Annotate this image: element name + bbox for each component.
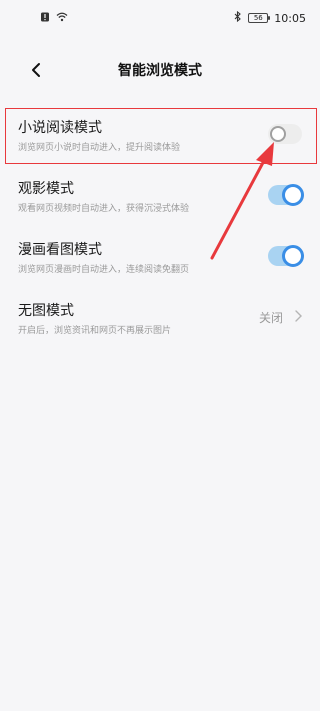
toggle-knob (282, 245, 304, 267)
setting-row-comic-mode[interactable]: 漫画看图模式 浏览网页漫画时自动进入，连续阅读免翻页 (0, 228, 320, 289)
setting-title: 漫画看图模式 (18, 242, 102, 258)
setting-title: 观影模式 (18, 181, 74, 197)
status-bar: 56 10:05 (0, 0, 320, 36)
battery-icon: 56 (248, 13, 271, 23)
setting-row-no-image-mode[interactable]: 无图模式 开启后，浏览资讯和网页不再展示图片 关闭 (0, 289, 320, 350)
toggle-knob (282, 184, 304, 206)
toggle-knob (270, 126, 286, 142)
back-button[interactable] (22, 56, 50, 84)
video-mode-toggle[interactable] (268, 184, 304, 206)
settings-list: 小说阅读模式 浏览网页小说时自动进入，提升阅读体验 观影模式 观看网页视频时自动… (0, 106, 320, 350)
chevron-right-icon (295, 309, 302, 326)
status-time: 10:05 (274, 11, 306, 25)
setting-value: 关闭 (258, 311, 283, 325)
setting-subtitle: 开启后，浏览资讯和网页不再展示图片 (18, 326, 172, 336)
setting-subtitle: 浏览网页小说时自动进入，提升阅读体验 (18, 143, 181, 153)
header: 智能浏览模式 (0, 48, 320, 92)
no-image-mode-value[interactable]: 关闭 (259, 309, 302, 326)
setting-row-novel-mode[interactable]: 小说阅读模式 浏览网页小说时自动进入，提升阅读体验 (0, 106, 320, 167)
comic-mode-toggle[interactable] (268, 245, 304, 267)
novel-mode-toggle[interactable] (268, 124, 302, 144)
setting-subtitle: 观看网页视频时自动进入，获得沉浸式体验 (18, 204, 190, 214)
wifi-icon (56, 12, 68, 25)
bluetooth-icon (234, 10, 242, 25)
battery-level: 56 (253, 14, 263, 22)
alert-icon (40, 12, 50, 25)
setting-title: 小说阅读模式 (18, 120, 102, 136)
back-arrow-icon (32, 63, 40, 77)
setting-subtitle: 浏览网页漫画时自动进入，连续阅读免翻页 (18, 265, 190, 275)
status-right: 56 10:05 (234, 10, 306, 25)
page-title: 智能浏览模式 (118, 63, 202, 79)
setting-row-video-mode[interactable]: 观影模式 观看网页视频时自动进入，获得沉浸式体验 (0, 167, 320, 228)
status-left (40, 12, 68, 25)
